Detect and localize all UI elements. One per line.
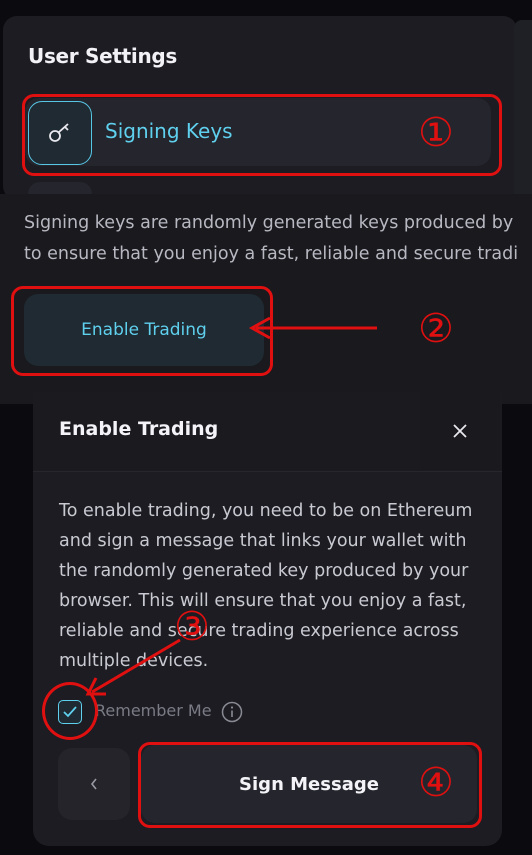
annotation-arrows <box>85 316 377 696</box>
